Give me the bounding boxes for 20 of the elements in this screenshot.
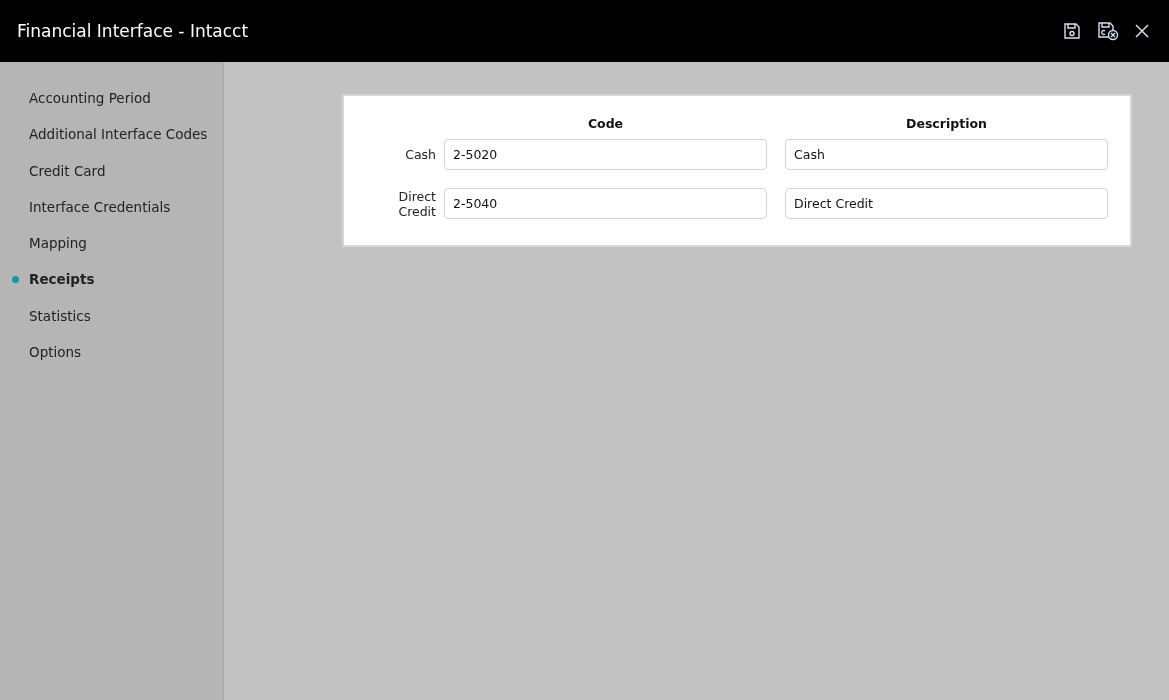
sidebar-item[interactable]: Statistics xyxy=(0,304,223,342)
sidebar-item[interactable]: Accounting Period xyxy=(0,87,223,124)
sidebar-item[interactable]: Credit Card xyxy=(0,159,223,196)
column-header: Code xyxy=(586,116,625,131)
save-close-icon[interactable] xyxy=(1097,21,1119,41)
code-field[interactable]: 2-5040 xyxy=(444,188,767,219)
save-icon[interactable] xyxy=(1063,22,1081,40)
sidebar-item[interactable]: Additional Interface Codes xyxy=(0,123,223,160)
sidebar-item[interactable]: Interface Credentials xyxy=(0,195,223,233)
sidebar-item[interactable]: Options xyxy=(0,341,223,378)
close-icon[interactable] xyxy=(1135,24,1149,38)
row-label: Cash xyxy=(404,147,436,162)
description-field[interactable]: Cash xyxy=(785,139,1108,170)
row-label: Direct Credit xyxy=(397,188,436,219)
code-field[interactable]: 2-5020 xyxy=(444,139,767,170)
sidebar-item[interactable]: Receipts xyxy=(0,268,223,305)
description-field[interactable]: Direct Credit xyxy=(785,188,1108,219)
window-title: Financial Interface - Intacct xyxy=(17,21,249,41)
column-header: Description xyxy=(905,116,988,131)
sidebar-item[interactable]: Mapping xyxy=(0,232,223,269)
